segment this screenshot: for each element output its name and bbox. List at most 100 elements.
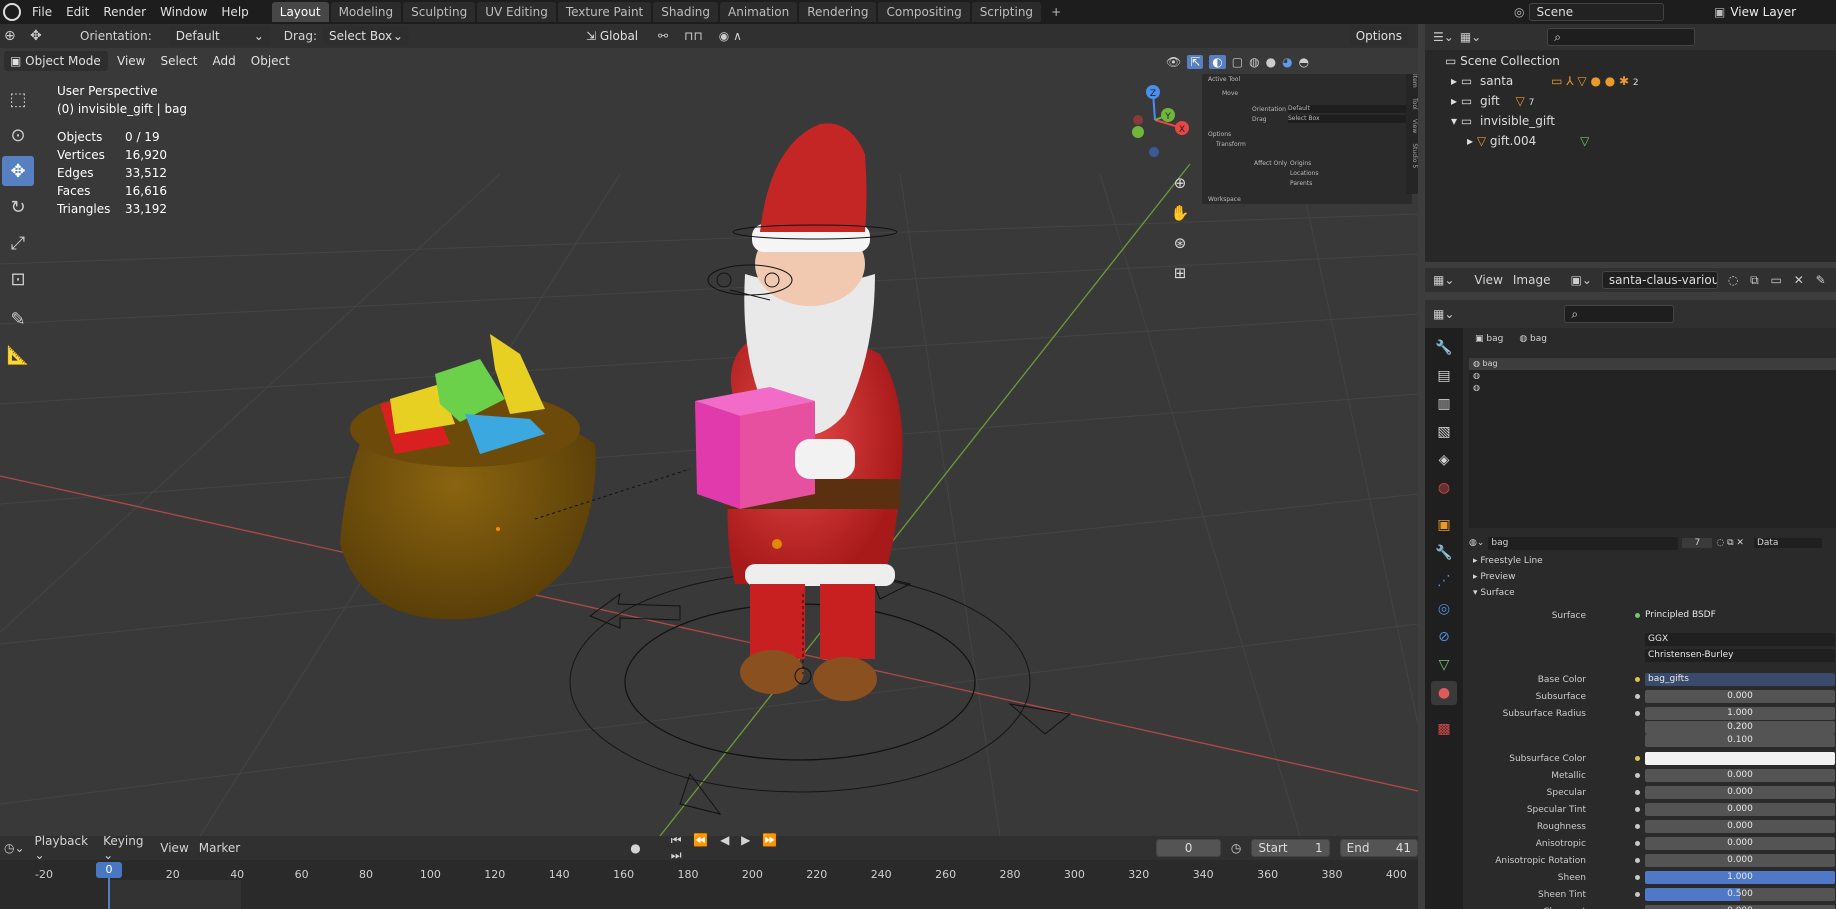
shader-input-value[interactable]: 1.000: [1645, 871, 1835, 884]
record-icon[interactable]: ●: [630, 841, 640, 855]
tab-item[interactable]: Item: [1411, 74, 1418, 88]
camera-icon[interactable]: ⊛: [1166, 228, 1194, 258]
scale-tool-icon[interactable]: ⤢: [2, 228, 34, 258]
panel-freestyle-line[interactable]: ▸ Freestyle Line: [1473, 556, 1543, 566]
expand-arrow-icon[interactable]: ▸: [1467, 134, 1477, 148]
visibility-icon[interactable]: 👁: [1166, 55, 1181, 69]
select-box-tool-icon[interactable]: ⬚: [2, 84, 34, 114]
shader-input-value[interactable]: 0.100: [1645, 734, 1835, 747]
material-action-icons[interactable]: ◌ ⧉ ✕: [1716, 538, 1744, 548]
tab-studio[interactable]: Studio 5: [1411, 143, 1418, 168]
material-name-field[interactable]: bag: [1488, 536, 1679, 550]
outliner-item-santa[interactable]: ▸ ▭ santa ▭ ⅄ ▽ ● ● ✱ 2: [1451, 71, 1639, 91]
image-action-icons[interactable]: ◌ ⧉ ▭ ✕ ✎: [1728, 273, 1830, 288]
tab-layout[interactable]: Layout: [271, 2, 329, 22]
viewport-menu-select[interactable]: Select: [154, 51, 203, 71]
locations-checkbox[interactable]: Locations: [1290, 170, 1319, 177]
tab-view[interactable]: View: [1411, 119, 1418, 133]
timeline-menu-keying[interactable]: Keying ⌄: [103, 834, 150, 862]
transform-space-dropdown[interactable]: ⇲ Global: [580, 26, 652, 46]
shader-input-value[interactable]: 0.000: [1645, 803, 1835, 816]
options-button[interactable]: Options: [1349, 26, 1408, 46]
zoom-icon[interactable]: ⊕: [1166, 168, 1194, 198]
options-header[interactable]: Options: [1208, 131, 1231, 138]
modifier-wrench-icon[interactable]: 🔧: [1431, 541, 1457, 565]
material-shading-icon[interactable]: ◕: [1282, 55, 1292, 69]
mode-dropdown[interactable]: ▣ Object Mode: [4, 51, 108, 71]
editor-type-icon[interactable]: ▦⌄: [1433, 273, 1454, 287]
output-icon[interactable]: ▥: [1431, 392, 1457, 416]
annotate-tool-icon[interactable]: ✎: [2, 304, 34, 334]
image-browse-icon[interactable]: ▣⌄: [1570, 273, 1591, 287]
gizmo-toggle-icon[interactable]: ⇱: [1187, 55, 1204, 69]
timeline-menu-playback[interactable]: Playback ⌄: [35, 834, 94, 862]
shader-input-value[interactable]: 0.500: [1645, 888, 1835, 901]
tab-modeling[interactable]: Modeling: [330, 2, 402, 22]
orientation-dropdown[interactable]: Default ⌄: [169, 26, 270, 46]
menu-help[interactable]: Help: [214, 0, 255, 24]
cursor-tool-icon[interactable]: ⊙: [2, 120, 34, 150]
collapse-arrow-icon[interactable]: ▾: [1451, 114, 1461, 128]
viewport-menu-add[interactable]: Add: [207, 51, 242, 71]
shader-input-value[interactable]: [1645, 752, 1835, 765]
playhead-handle[interactable]: 0: [96, 862, 122, 878]
view-layer-name[interactable]: View Layer: [1730, 5, 1796, 19]
tab-texture-paint[interactable]: Texture Paint: [557, 2, 652, 22]
measure-tool-icon[interactable]: 📐: [2, 340, 34, 370]
transform-header[interactable]: Transform: [1216, 141, 1246, 148]
view-layer-selector[interactable]: ▣ View Layer: [1714, 2, 1832, 21]
particles-icon[interactable]: ⋰: [1431, 569, 1457, 593]
distribution-dropdown[interactable]: GGX: [1645, 633, 1835, 646]
material-slot-list[interactable]: ◍ bag ◍ ◍: [1469, 358, 1836, 528]
shader-input-value[interactable]: 0.000: [1645, 786, 1835, 799]
origins-checkbox[interactable]: Origins: [1290, 160, 1311, 167]
editor-type-icon[interactable]: ☰⌄: [1433, 30, 1454, 44]
outliner-search-input[interactable]: ⌕: [1547, 28, 1696, 46]
link-data-dropdown[interactable]: Data: [1753, 538, 1822, 548]
scene-selector[interactable]: ◎ Scene: [1514, 2, 1664, 21]
properties-search-input[interactable]: ⌕: [1564, 305, 1675, 323]
tab-tool[interactable]: Tool: [1411, 98, 1418, 110]
current-frame-field[interactable]: 0: [1156, 839, 1221, 857]
preview-range-icon[interactable]: ◷: [1231, 841, 1241, 855]
menu-render[interactable]: Render: [96, 0, 153, 24]
outliner-item-gift-004[interactable]: ▸ ▽ gift.004 ▽: [1467, 131, 1589, 151]
image-name-field[interactable]: santa-claus-various-...: [1601, 271, 1718, 289]
timeline-menu-view[interactable]: View: [160, 841, 188, 855]
surface-shader-field[interactable]: Principled BSDF: [1645, 609, 1835, 622]
drag-field[interactable]: Select Box: [1288, 115, 1406, 123]
solid-shading-icon[interactable]: ●: [1266, 55, 1276, 69]
outliner-item-gift[interactable]: ▸ ▭ gift ▽ 7: [1451, 91, 1534, 111]
render-icon[interactable]: ▤: [1431, 364, 1457, 388]
material-slot-empty[interactable]: ◍: [1469, 382, 1836, 394]
shader-input-value[interactable]: 0.000: [1645, 854, 1835, 867]
tab-shading[interactable]: Shading: [653, 2, 718, 22]
tab-compositing[interactable]: Compositing: [878, 2, 970, 22]
editor-type-icon[interactable]: ▦⌄: [1433, 307, 1454, 321]
shader-input-value[interactable]: 1.000: [1645, 707, 1835, 720]
tab-animation[interactable]: Animation: [720, 2, 798, 22]
world-icon[interactable]: ◍: [1431, 476, 1457, 500]
grid-view-icon[interactable]: ⊞: [1166, 258, 1194, 288]
shader-input-value[interactable]: 0.000: [1645, 820, 1835, 833]
menu-file[interactable]: File: [25, 0, 59, 24]
scene-icon[interactable]: ◈: [1431, 448, 1457, 472]
tab-uv-editing[interactable]: UV Editing: [477, 2, 556, 22]
tab-rendering[interactable]: Rendering: [799, 2, 877, 22]
add-workspace-button[interactable]: +: [1043, 2, 1069, 22]
expand-arrow-icon[interactable]: ▸: [1451, 74, 1461, 88]
scene-name-field[interactable]: Scene: [1529, 2, 1664, 21]
shader-input-value[interactable]: 0.000: [1645, 905, 1835, 909]
wireframe-shading-icon[interactable]: ◍: [1249, 55, 1259, 69]
drag-dropdown[interactable]: Select Box ⌄: [322, 26, 409, 46]
parents-checkbox[interactable]: Parents: [1290, 180, 1312, 187]
tab-sculpting[interactable]: Sculpting: [403, 2, 476, 22]
rotate-tool-icon[interactable]: ↻: [2, 192, 34, 222]
panel-surface[interactable]: ▾ Surface: [1473, 588, 1515, 598]
transform-tool-icon[interactable]: ⊕: [4, 28, 24, 44]
snap-icon[interactable]: ⊓⊓: [684, 29, 703, 43]
outliner-item-invisible-gift[interactable]: ▾ ▭ invisible_gift: [1451, 111, 1555, 131]
end-frame-field[interactable]: End 41: [1339, 839, 1418, 857]
active-tool-header[interactable]: Active Tool: [1208, 76, 1240, 83]
move-tool-button[interactable]: ✥: [2, 156, 34, 186]
